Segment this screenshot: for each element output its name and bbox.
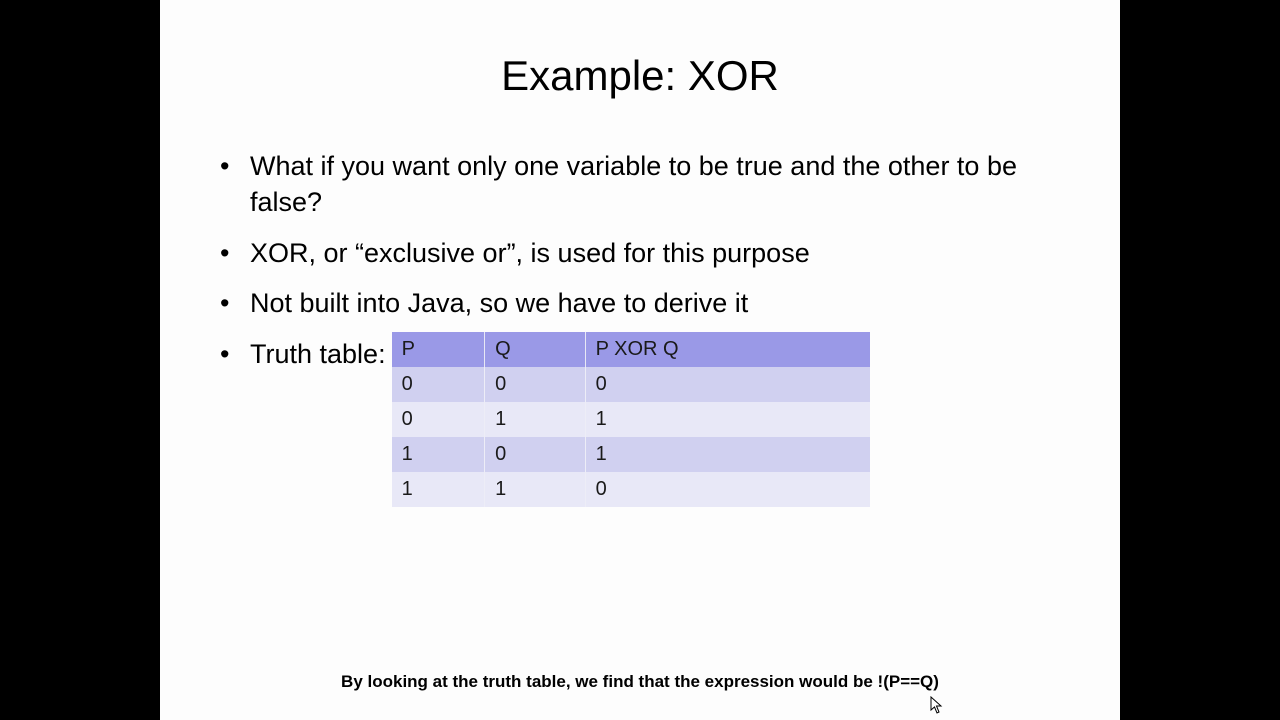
bullet-item: XOR, or “exclusive or”, is used for this… xyxy=(244,235,1072,271)
bullet-item: Not built into Java, so we have to deriv… xyxy=(244,285,1072,321)
table-cell: 1 xyxy=(485,402,585,437)
truth-table-label: Truth table: xyxy=(250,336,386,372)
slide-title: Example: XOR xyxy=(208,52,1072,100)
footer-note: By looking at the truth table, we find t… xyxy=(160,672,1120,692)
table-row: 1 0 1 xyxy=(392,437,870,472)
table-cell: 1 xyxy=(585,402,870,437)
table-cell: 0 xyxy=(485,367,585,402)
bullet-item: Truth table: P Q P XOR Q 0 0 0 xyxy=(244,336,1072,507)
table-cell: 1 xyxy=(392,437,485,472)
table-row: 0 1 1 xyxy=(392,402,870,437)
table-row: 0 0 0 xyxy=(392,367,870,402)
table-cell: 1 xyxy=(392,472,485,507)
bullet-list: What if you want only one variable to be… xyxy=(208,148,1072,507)
table-cell: 1 xyxy=(485,472,585,507)
table-cell: 0 xyxy=(585,367,870,402)
table-row: 1 1 0 xyxy=(392,472,870,507)
slide: Example: XOR What if you want only one v… xyxy=(160,0,1120,720)
table-cell: 0 xyxy=(585,472,870,507)
truth-table: P Q P XOR Q 0 0 0 0 1 xyxy=(392,332,870,507)
table-header-row: P Q P XOR Q xyxy=(392,332,870,367)
table-cell: 0 xyxy=(485,437,585,472)
table-cell: 0 xyxy=(392,367,485,402)
mouse-cursor-icon xyxy=(930,696,944,714)
table-header: Q xyxy=(485,332,585,367)
table-header: P xyxy=(392,332,485,367)
table-cell: 1 xyxy=(585,437,870,472)
bullet-item: What if you want only one variable to be… xyxy=(244,148,1072,221)
table-cell: 0 xyxy=(392,402,485,437)
table-header: P XOR Q xyxy=(585,332,870,367)
